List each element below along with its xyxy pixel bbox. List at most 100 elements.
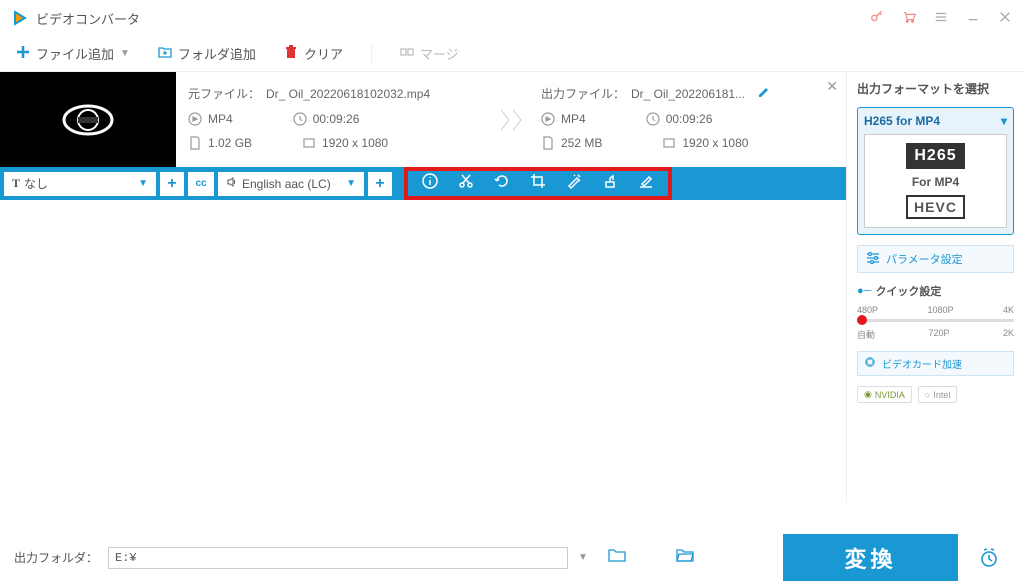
- intel-icon: ○: [925, 390, 930, 400]
- titlebar: ビデオコンバータ: [0, 0, 1024, 36]
- trash-icon: [284, 45, 298, 62]
- src-duration: 00:09:26: [313, 112, 360, 126]
- speaker-icon: [226, 176, 238, 191]
- info-tool-icon[interactable]: [422, 173, 438, 194]
- intel-badge: ○Intel: [918, 386, 957, 403]
- resolution-icon: [302, 136, 316, 150]
- subtitle-dropdown[interactable]: T なし ▼: [4, 172, 156, 196]
- output-info: 出力ファイル： Dr_ Oil_202206181... MP4 00:09:26…: [529, 72, 846, 167]
- sliders-icon: [866, 252, 880, 267]
- src-file-name: Dr_ Oil_20220618102032.mp4: [266, 87, 430, 101]
- output-folder-label: 出力フォルダ：: [14, 549, 98, 566]
- source-info: 元ファイル： Dr_ Oil_20220618102032.mp4 MP4 00:…: [176, 72, 493, 167]
- bullet-icon: ●─: [857, 285, 871, 297]
- browse-folder-icon[interactable]: [608, 547, 626, 568]
- file-row: 元ファイル： Dr_ Oil_20220618102032.mp4 MP4 00:…: [0, 72, 846, 167]
- dst-duration: 00:09:26: [666, 112, 713, 126]
- audio-dropdown[interactable]: English aac (LC) ▼: [218, 172, 364, 196]
- chevron-down-icon[interactable]: ▼: [578, 552, 588, 563]
- format-icon: [541, 112, 555, 126]
- dst-size: 252 MB: [561, 136, 602, 150]
- rename-icon[interactable]: [757, 85, 771, 102]
- video-thumbnail[interactable]: [0, 72, 176, 167]
- format-badge: H265 For MP4 HEVC: [864, 134, 1007, 228]
- gpu-accel-button[interactable]: ビデオカード加速: [857, 351, 1014, 376]
- slider-knob[interactable]: [857, 315, 867, 325]
- nvidia-icon: ◉: [864, 389, 872, 400]
- key-icon[interactable]: [870, 10, 884, 27]
- app-logo-icon: [12, 10, 28, 26]
- resolution-icon: [662, 136, 676, 150]
- clock-icon: [293, 112, 307, 126]
- slider-ticks-bottom: 自動 720P 2K: [857, 328, 1014, 341]
- nvidia-badge: ◉NVIDIA: [857, 386, 912, 403]
- cart-icon[interactable]: [902, 10, 916, 27]
- src-file-label: 元ファイル：: [188, 85, 260, 102]
- app-title: ビデオコンバータ: [36, 9, 140, 28]
- menu-icon[interactable]: [934, 10, 948, 27]
- gpu-label: ビデオカード加速: [882, 356, 962, 371]
- slider-ticks-top: 480P 1080P 4K: [857, 305, 1014, 315]
- clear-button[interactable]: クリア: [284, 44, 343, 63]
- toolbar: ファイル追加 ▼ フォルダ追加 クリア マージ: [0, 36, 1024, 72]
- effects-tool-icon[interactable]: [566, 173, 582, 194]
- dst-resolution: 1920 x 1080: [682, 136, 748, 150]
- audio-value: English aac (LC): [242, 177, 331, 191]
- param-label: パラメータ設定: [886, 251, 963, 267]
- close-icon[interactable]: [998, 10, 1012, 27]
- output-format-title: 出力フォーマットを選択: [857, 80, 1014, 97]
- for-mp4-label: For MP4: [873, 175, 998, 189]
- plus-icon: [16, 45, 30, 62]
- dst-file-label: 出力ファイル：: [541, 85, 625, 102]
- merge-icon: [400, 45, 414, 62]
- format-icon: [188, 112, 202, 126]
- cut-tool-icon[interactable]: [458, 173, 474, 194]
- src-resolution: 1920 x 1080: [322, 136, 388, 150]
- file-icon: [541, 136, 555, 150]
- add-folder-button[interactable]: フォルダ追加: [158, 44, 256, 63]
- dst-file-name: Dr_ Oil_202206181...: [631, 87, 745, 101]
- param-settings-button[interactable]: パラメータ設定: [857, 245, 1014, 273]
- watermark-tool-icon[interactable]: [602, 173, 618, 194]
- file-controls-bar: T なし ▼ + cc English aac (LC) ▼ +: [0, 167, 846, 200]
- chip-icon: [864, 356, 876, 371]
- add-file-button[interactable]: ファイル追加 ▼: [16, 44, 130, 63]
- convert-button[interactable]: 変換: [783, 534, 958, 581]
- add-subtitle-button[interactable]: +: [160, 172, 184, 196]
- cc-button[interactable]: cc: [188, 172, 214, 196]
- add-audio-button[interactable]: +: [368, 172, 392, 196]
- crop-tool-icon[interactable]: [530, 173, 546, 194]
- clear-label: クリア: [304, 44, 343, 63]
- dst-format: MP4: [561, 112, 586, 126]
- rotate-tool-icon[interactable]: [494, 173, 510, 194]
- minimize-icon[interactable]: [966, 10, 980, 27]
- output-folder-input[interactable]: [108, 547, 568, 569]
- quality-slider[interactable]: [857, 319, 1014, 322]
- edit-tools-highlight: [404, 167, 672, 200]
- format-name: H265 for MP4: [864, 114, 940, 128]
- chevron-down-icon: ▾: [1001, 114, 1007, 128]
- merge-button: マージ: [400, 44, 459, 63]
- h265-label: H265: [906, 143, 964, 169]
- folder-plus-icon: [158, 45, 172, 62]
- subtitle-tool-icon[interactable]: [638, 173, 654, 194]
- chevron-down-icon: ▼: [120, 48, 130, 59]
- open-folder-icon[interactable]: [676, 547, 694, 568]
- arrow-icon: [493, 72, 529, 167]
- subtitle-value: なし: [24, 175, 48, 192]
- quick-settings-title: クイック設定: [875, 283, 941, 299]
- src-format: MP4: [208, 112, 233, 126]
- bottom-bar: 出力フォルダ： ▼ 変換: [0, 534, 1024, 581]
- right-panel: 出力フォーマットを選択 H265 for MP4 ▾ H265 For MP4 H…: [846, 72, 1024, 502]
- clock-icon: [646, 112, 660, 126]
- schedule-icon[interactable]: [968, 547, 1010, 569]
- add-folder-label: フォルダ追加: [178, 44, 256, 63]
- divider: [371, 44, 372, 64]
- src-size: 1.02 GB: [208, 136, 252, 150]
- format-card[interactable]: H265 for MP4 ▾ H265 For MP4 HEVC: [857, 107, 1014, 235]
- hevc-label: HEVC: [906, 195, 965, 219]
- chevron-down-icon: ▼: [138, 178, 148, 189]
- text-icon: T: [12, 176, 20, 191]
- merge-label: マージ: [420, 44, 459, 63]
- remove-file-icon[interactable]: ✕: [826, 78, 838, 95]
